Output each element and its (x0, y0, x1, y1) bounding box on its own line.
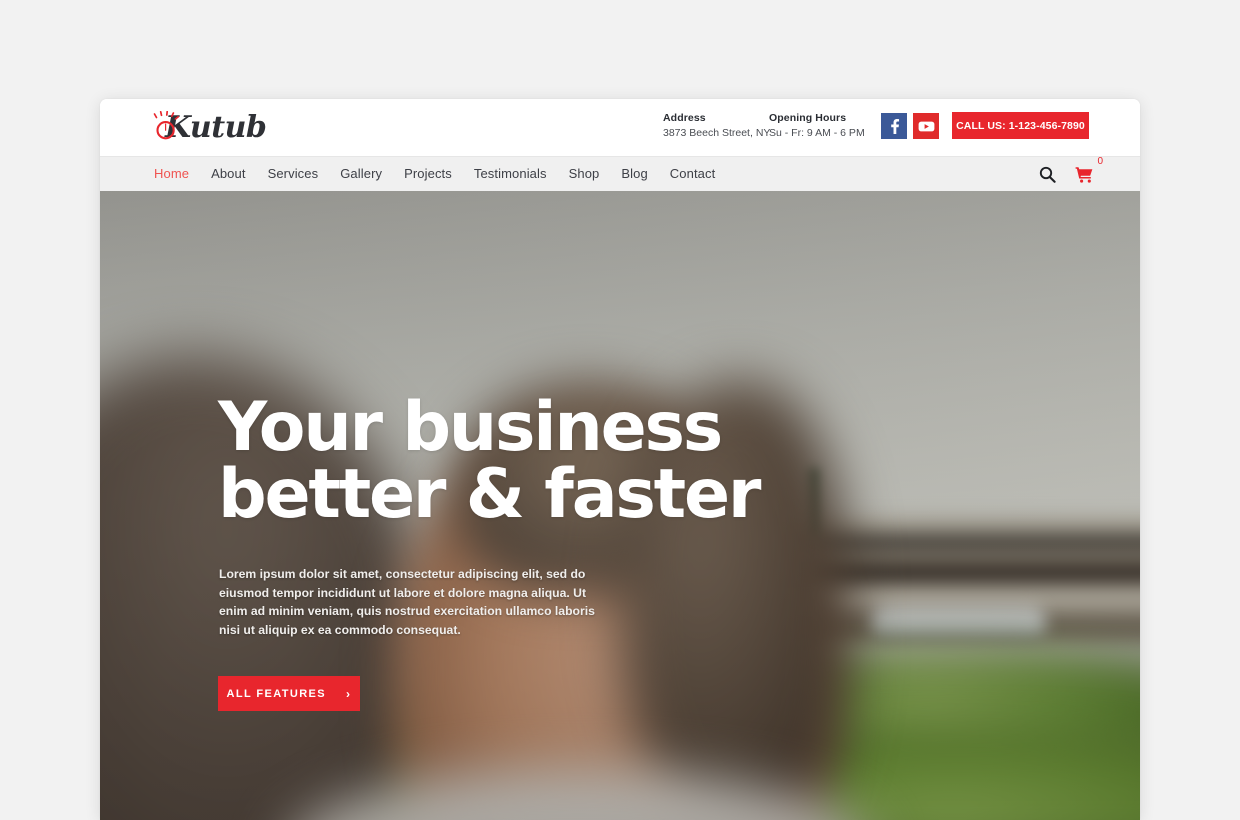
all-features-label: ALL FEATURES (226, 687, 327, 700)
nav-item-testimonials[interactable]: Testimonials (474, 165, 547, 183)
sidebar-item-label[interactable]: Home (154, 166, 189, 181)
sidebar-item-label[interactable]: About (211, 166, 245, 181)
site-logo[interactable]: Kutub (152, 105, 267, 151)
site-window: Kutub Address 3873 Beech Street, NY Open… (100, 99, 1140, 820)
sidebar-item-label[interactable]: Projects (404, 166, 452, 181)
search-icon[interactable] (1039, 166, 1056, 183)
nav-item-gallery[interactable]: Gallery (340, 165, 382, 183)
nav-item-projects[interactable]: Projects (404, 165, 452, 183)
sidebar-item-label[interactable]: Contact (670, 166, 716, 181)
sidebar-item-label[interactable]: Gallery (340, 166, 382, 181)
hero-title-line-2: better & faster (218, 455, 761, 535)
hero-section: Your business better & faster Lorem ipsu… (100, 191, 1140, 820)
nav-item-services[interactable]: Services (268, 165, 319, 183)
nav-tools: 0 (1039, 156, 1103, 183)
sidebar-item-label[interactable]: Blog (621, 166, 647, 181)
nav-item-shop[interactable]: Shop (569, 165, 600, 183)
main-navigation: Home About Services Gallery Projects Tes… (100, 156, 1140, 191)
call-us-button[interactable]: CALL US: 1-123-456-7890 (952, 112, 1089, 139)
header-opening-hours: Opening Hours Su - Fr: 9 AM - 6 PM (769, 112, 865, 140)
nav-item-about[interactable]: About (211, 165, 245, 183)
hero-paragraph: Lorem ipsum dolor sit amet, consectetur … (219, 567, 595, 637)
nav-item-contact[interactable]: Contact (670, 165, 716, 183)
page-title: Your business better & faster (218, 394, 778, 529)
sidebar-item-label[interactable]: Testimonials (474, 166, 547, 181)
all-features-button[interactable]: ALL FEATURES › (218, 676, 360, 711)
hours-label: Opening Hours (769, 112, 847, 124)
chevron-right-icon: › (346, 686, 352, 701)
nav-item-blog[interactable]: Blog (621, 165, 647, 183)
sun-circle-icon (152, 111, 182, 145)
shopping-cart-icon[interactable]: 0 (1075, 156, 1103, 183)
top-header: Kutub Address 3873 Beech Street, NY Open… (100, 99, 1140, 156)
facebook-icon[interactable] (881, 113, 907, 139)
cart-count-badge: 0 (1097, 155, 1103, 167)
social-links (881, 113, 939, 139)
header-address: Address 3873 Beech Street, NY (663, 112, 770, 140)
nav-list: Home About Services Gallery Projects Tes… (154, 165, 715, 183)
hours-value: Su - Fr: 9 AM - 6 PM (769, 127, 865, 140)
address-label: Address (663, 112, 706, 124)
youtube-icon[interactable] (913, 113, 939, 139)
hero-content: Your business better & faster Lorem ipsu… (218, 191, 761, 820)
sidebar-item-label[interactable]: Shop (569, 166, 600, 181)
sidebar-item-label[interactable]: Services (268, 166, 319, 181)
nav-item-home[interactable]: Home (154, 165, 189, 183)
address-value: 3873 Beech Street, NY (663, 127, 771, 140)
